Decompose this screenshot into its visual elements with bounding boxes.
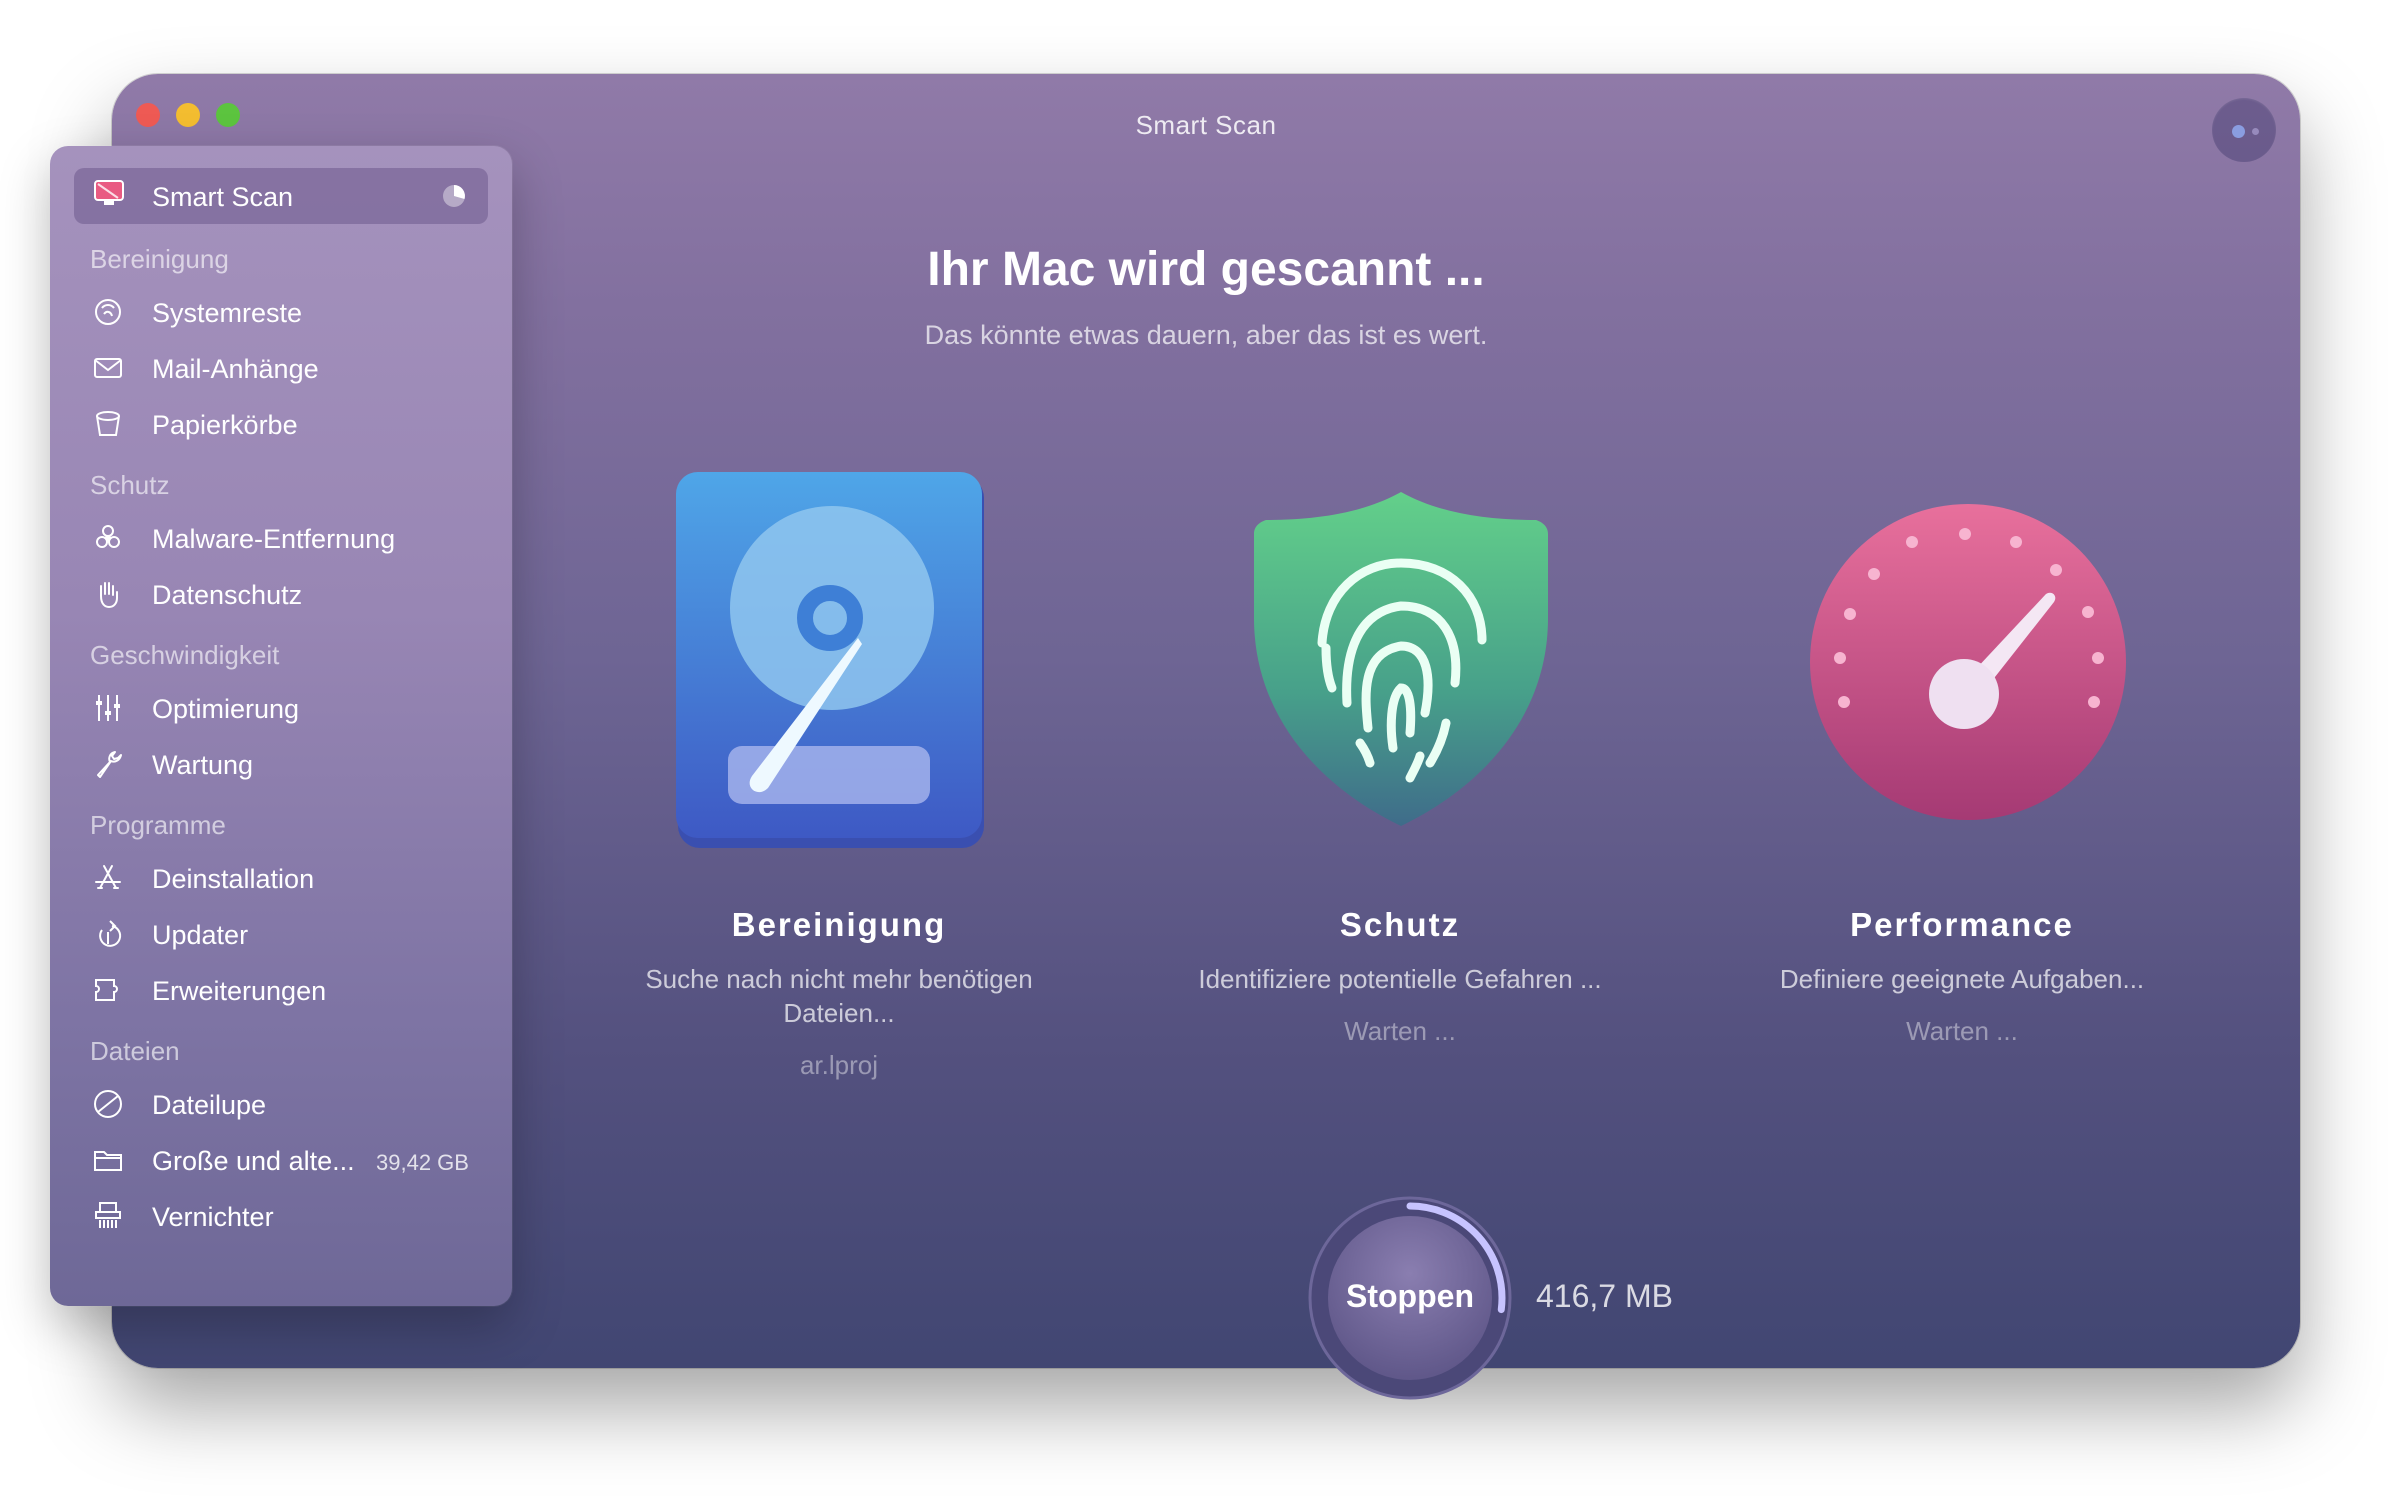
wrench-icon [97,751,122,778]
sidebar-item-label: Erweiterungen [152,976,327,1006]
trash-bin-icon [96,411,120,436]
module-description: Definiere geeignete Aufgaben... [1779,964,2145,994]
module-title: Schutz [1339,906,1461,943]
sidebar-item-label: Mail-Anhänge [152,354,319,384]
sidebar-item-label: Smart Scan [152,182,294,212]
scanned-size-label: 416,7 MB [1536,1278,1673,1314]
module-description: Identifiziere potentielle Gefahren ... [1198,964,1602,994]
sidebar-item-grosse-und-alte[interactable]: Große und alte... 39,42 GB [50,1136,512,1184]
space-lens-icon [94,1090,122,1118]
sidebar-item-label: Optimierung [152,694,300,724]
module-status: Warten ... [1344,1016,1456,1046]
module-description: Suche nach nicht mehr benötigen Dateien.… [645,964,1033,1028]
sidebar-item-label: Vernichter [152,1202,274,1232]
folder-icon [94,1151,122,1171]
module-status: Warten ... [1906,1016,2018,1046]
assistant-button[interactable] [2212,98,2276,162]
module-status: ar.lproj [799,1050,879,1080]
sidebar-item-optimierung[interactable]: Optimierung [50,684,512,732]
scan-subheading: Das könnte etwas dauern, aber das ist es… [924,320,1488,350]
hand-icon [100,582,118,609]
sidebar-item-label: Große und alte... [152,1146,355,1176]
sidebar-item-dateilupe[interactable]: Dateilupe [50,1080,512,1128]
sidebar-section-heading: Geschwindigkeit [90,640,280,670]
sidebar-item-papierkoerbe[interactable]: Papierkörbe [50,400,512,448]
module-performance: Performance Definiere geeignete Aufgaben… [1682,906,2242,1106]
sidebar-item-label: Malware-Entfernung [152,524,396,554]
app-store-icon [95,865,121,889]
sidebar-section-heading: Programme [90,810,226,840]
sidebar-item-deinstallation[interactable]: Deinstallation [50,854,512,902]
sidebar-section-heading: Dateien [90,1036,180,1066]
sidebar-item-label: Wartung [152,750,254,780]
biohazard-icon [96,525,120,548]
sliders-icon [96,695,120,721]
module-title: Performance [1850,906,2074,943]
envelope-icon [94,358,122,378]
sidebar-item-label: Updater [152,920,249,950]
sidebar-item-label: Dateilupe [152,1090,267,1120]
hard-drive-icon [676,472,984,848]
update-arrow-icon [99,920,122,947]
sidebar-item-wartung[interactable]: Wartung [50,740,512,788]
sidebar-section-heading: Schutz [90,470,170,500]
sidebar-item-label: Datenschutz [152,580,303,610]
sidebar-item-updater[interactable]: Updater [50,910,512,958]
module-bereinigung: Bereinigung Suche nach nicht mehr benöti… [559,906,1119,1106]
stop-button-label: Stoppen [1346,1278,1474,1314]
speedometer-icon [1810,504,2126,820]
module-schutz: Schutz Identifiziere potentielle Gefahre… [1120,906,1680,1106]
scan-heading: Ihr Mac wird gescannt ... [927,243,1485,296]
monitor-icon [94,180,124,205]
window-title: Smart Scan [1135,110,1277,140]
assistant-dot-icon [2232,125,2245,138]
sidebar-item-vernichter[interactable]: Vernichter [50,1192,512,1240]
sidebar-item-mail-anhaenge[interactable]: Mail-Anhänge [50,344,512,392]
shield-fingerprint-icon [1254,492,1548,826]
sidebar-item-erweiterungen[interactable]: Erweiterungen [50,966,512,1014]
sidebar-item-datenschutz[interactable]: Datenschutz [50,570,512,618]
sidebar-item-malware-entfernung[interactable]: Malware-Entfernung [50,514,512,562]
sidebar-item-label: Deinstallation [152,864,315,894]
shredder-icon [95,1202,121,1228]
module-title: Bereinigung [731,906,947,943]
extension-icon [95,979,118,1001]
sidebar-item-label: Papierkörbe [152,410,298,440]
folder-size-label: 39,42 GB [376,1150,469,1175]
scan-progress-pie-icon [443,185,465,207]
assistant-dot-small [2252,128,2259,135]
